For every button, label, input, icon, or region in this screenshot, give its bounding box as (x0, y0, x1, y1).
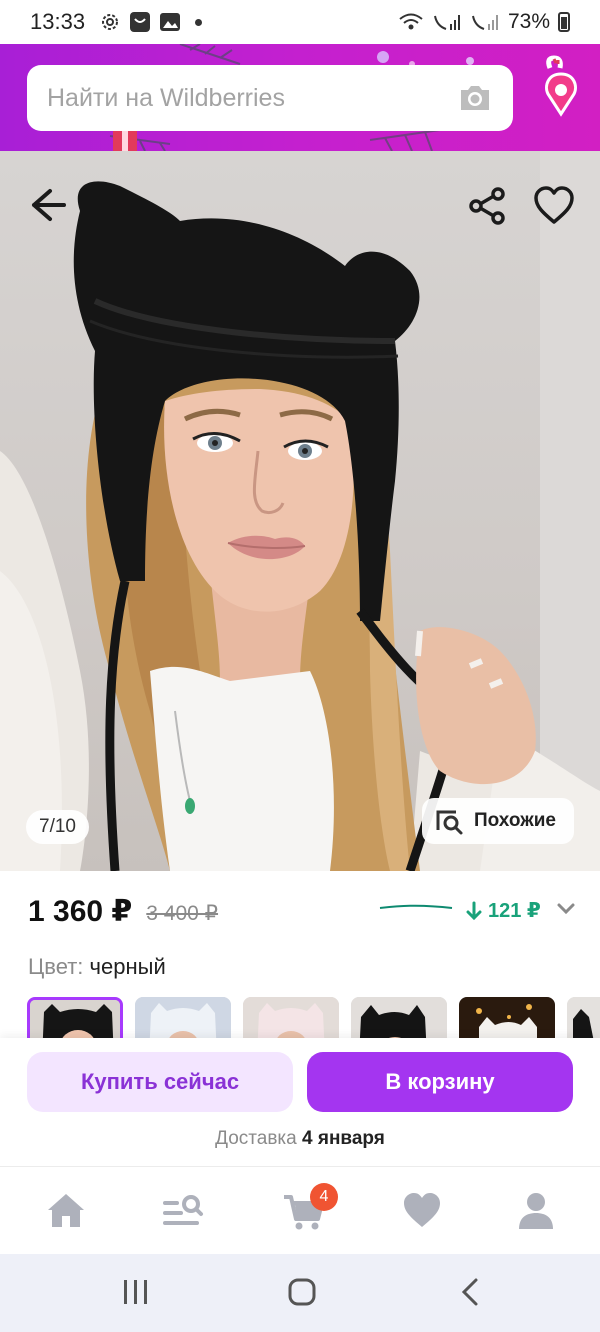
app-header: Найти на Wildberries (0, 44, 600, 151)
gallery-notification-icon (160, 13, 181, 31)
add-to-cart-button[interactable]: В корзину (307, 1052, 573, 1112)
status-time: 13:33 (30, 9, 86, 34)
price-row: 1 360 ₽ 3 400 ₽ 121 ₽ (28, 888, 578, 934)
status-right: 73% (398, 10, 570, 34)
chevron-down-icon[interactable] (556, 898, 576, 918)
price-drop-amount: 121 ₽ (488, 900, 541, 922)
system-navigation-bar (0, 1254, 600, 1332)
price-history-sparkline-icon[interactable] (378, 900, 458, 914)
favorites-icon[interactable] (400, 1189, 444, 1233)
color-row: Цвет: черный (28, 954, 166, 980)
color-variant-black-2[interactable] (351, 997, 447, 1042)
back-button-icon[interactable] (456, 1276, 488, 1308)
delivery-info: Доставка 4 января (0, 1128, 600, 1150)
bottom-navigation: 4 (0, 1166, 600, 1254)
status-left-icons (99, 11, 203, 33)
settings-gear-icon (102, 14, 119, 30)
shopping-bag-notification-icon (130, 12, 151, 32)
color-value: черный (89, 954, 166, 979)
color-variant-black[interactable] (27, 997, 123, 1042)
similar-button[interactable]: Похожие (422, 798, 574, 844)
delivery-date: 4 января (302, 1128, 385, 1149)
product-photo-gallery[interactable] (0, 151, 600, 871)
cart-count-badge: 4 (310, 1183, 338, 1211)
favorite-heart-icon[interactable] (532, 184, 576, 228)
color-label: Цвет: (28, 954, 84, 979)
signal-sim1-icon (433, 15, 460, 30)
color-variant-pink[interactable] (243, 997, 339, 1042)
wifi-calling-icon (399, 13, 423, 30)
share-icon[interactable] (466, 184, 510, 228)
image-counter: 7/10 (26, 810, 89, 844)
color-variant-white[interactable] (135, 997, 231, 1042)
home-icon[interactable] (44, 1189, 88, 1233)
location-pin-icon[interactable] (536, 54, 586, 120)
signal-sim2-icon (471, 15, 498, 30)
more-notifications-dot-icon (195, 18, 203, 26)
search-input[interactable]: Найти на Wildberries (27, 65, 513, 131)
purchase-panel: Купить сейчас В корзину Доставка 4 январ… (0, 1038, 600, 1166)
color-variant-more[interactable] (567, 997, 600, 1042)
current-price: 1 360 ₽ (28, 894, 133, 928)
profile-icon[interactable] (514, 1189, 558, 1233)
battery-icon (558, 12, 570, 32)
price-drop[interactable]: 121 ₽ (466, 898, 541, 923)
status-bar: 13:33 73% (0, 0, 600, 44)
old-price: 3 400 ₽ (146, 901, 219, 925)
back-arrow-icon[interactable] (22, 181, 70, 229)
color-variant-white-2[interactable] (459, 997, 555, 1042)
home-button-icon[interactable] (286, 1276, 318, 1308)
battery-percent: 73% (507, 10, 550, 33)
delivery-label: Доставка (215, 1128, 297, 1149)
camera-icon[interactable] (457, 80, 493, 116)
arrow-down-icon (466, 901, 482, 920)
similar-label: Похожие (474, 810, 556, 831)
similar-search-icon (436, 810, 463, 835)
buy-now-button[interactable]: Купить сейчас (27, 1052, 293, 1112)
catalog-search-icon[interactable] (160, 1189, 204, 1233)
product-photo (0, 151, 600, 871)
search-placeholder: Найти на Wildberries (47, 83, 285, 112)
recent-apps-icon[interactable] (120, 1276, 152, 1308)
color-variants (27, 997, 600, 1042)
